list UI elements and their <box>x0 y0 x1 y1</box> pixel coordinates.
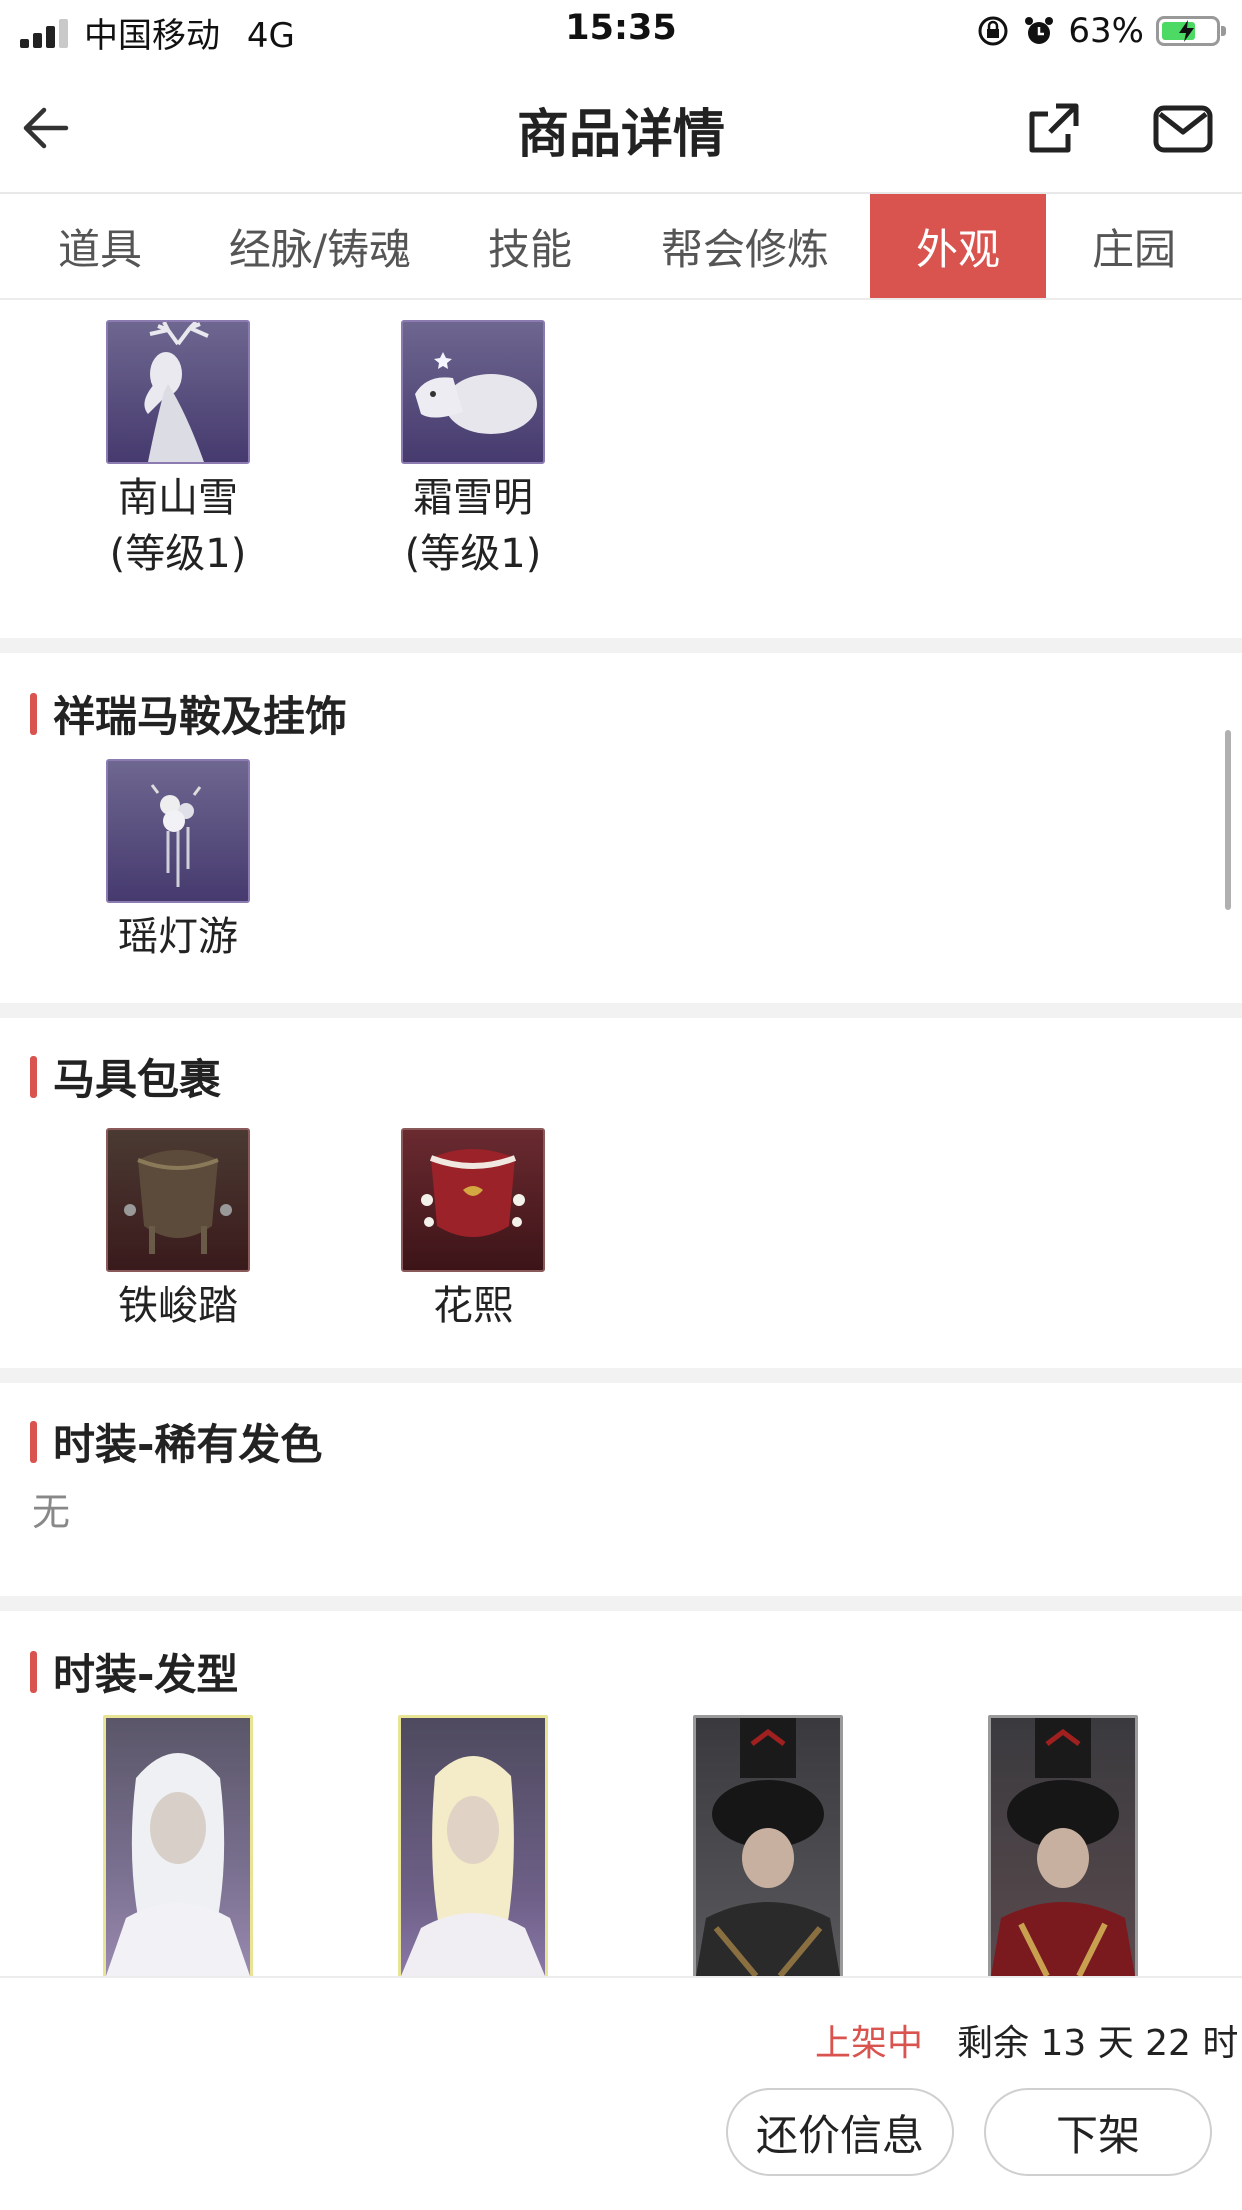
item-thumbnail <box>106 1128 250 1272</box>
mail-icon[interactable] <box>1152 98 1214 158</box>
section-title-text: 时装-稀有发色 <box>53 1420 323 1469</box>
tab-guild-training[interactable]: 帮会修炼 <box>620 194 870 298</box>
empty-text: 无 <box>32 1490 71 1534</box>
item-name: 南山雪 <box>118 475 238 521</box>
section-title-text: 时装-发型 <box>53 1650 239 1699</box>
hairstyle-thumbnail[interactable] <box>398 1715 548 1976</box>
hairstyle-thumbnail[interactable] <box>988 1715 1138 1976</box>
section-title: 祥瑞马鞍及挂饰 <box>30 683 347 744</box>
alarm-icon <box>1025 17 1054 44</box>
item-thumbnail <box>106 320 250 464</box>
tab-items[interactable]: 道具 <box>0 194 200 298</box>
section-title: 时装-稀有发色 <box>30 1411 322 1472</box>
scroll-indicator[interactable] <box>1225 730 1231 910</box>
hairstyle-thumbnail[interactable] <box>693 1715 843 1976</box>
remaining-time: 剩余 13 天 22 时 <box>957 2023 1239 2064</box>
item-thumbnail <box>401 1128 545 1272</box>
section-divider <box>0 1596 1242 1611</box>
list-item[interactable]: 霜雪明 (等级1) <box>353 320 593 586</box>
tab-meridian[interactable]: 经脉/铸魂 <box>200 194 440 298</box>
nav-bar: 商品详情 <box>0 62 1242 194</box>
title-accent-bar <box>30 692 37 735</box>
section-title-text: 马具包裹 <box>53 1055 222 1104</box>
status-bar: 中国移动 4G 15:35 63% <box>0 0 1242 62</box>
content-area[interactable]: 南山雪 (等级1) 霜雪明 (等级1) 祥瑞马鞍及挂饰 瑶灯游 马具包裹 铁峻踏… <box>0 300 1242 1976</box>
title-accent-bar <box>30 1650 37 1693</box>
list-item[interactable]: 南山雪 (等级1) <box>58 320 298 586</box>
hairstyle-thumbnail[interactable] <box>103 1715 253 1976</box>
item-level: (等级1) <box>404 531 542 577</box>
item-name: 铁峻踏 <box>118 1283 238 1329</box>
item-thumbnail <box>401 320 545 464</box>
item-thumbnail <box>106 759 250 903</box>
section-title: 时装-发型 <box>30 1641 238 1702</box>
hairstyle-section: 时装-发型 <box>0 1611 1242 1976</box>
category-tabs: 道具 经脉/铸魂 技能 帮会修炼 外观 庄园 <box>0 194 1242 300</box>
rotation-lock-icon <box>978 16 1008 46</box>
battery-percent: 63% <box>1068 11 1144 51</box>
section-divider <box>0 1003 1242 1018</box>
tab-manor[interactable]: 庄园 <box>1046 194 1222 298</box>
item-name: 霜雪明 <box>413 475 533 521</box>
list-item[interactable]: 铁峻踏 <box>58 1128 298 1330</box>
harness-section: 马具包裹 铁峻踏 花熙 <box>0 1018 1242 1368</box>
title-accent-bar <box>30 1055 37 1098</box>
tab-appearance[interactable]: 外观 <box>870 194 1046 298</box>
section-title-text: 祥瑞马鞍及挂饰 <box>53 692 348 741</box>
tab-skills[interactable]: 技能 <box>440 194 620 298</box>
bottom-action-bar: 上架中 剩余 13 天 22 时 还价信息 下架 <box>0 1976 1242 2210</box>
item-level: (等级1) <box>109 531 247 577</box>
saddle-section: 祥瑞马鞍及挂饰 瑶灯游 <box>0 653 1242 1003</box>
rare-hair-color-section: 时装-稀有发色 无 <box>0 1383 1242 1603</box>
item-name: 瑶灯游 <box>118 914 238 960</box>
section-title: 马具包裹 <box>30 1046 221 1107</box>
section-divider <box>0 1368 1242 1383</box>
mount-section: 南山雪 (等级1) 霜雪明 (等级1) <box>0 300 1242 638</box>
delist-button[interactable]: 下架 <box>984 2088 1212 2176</box>
share-icon[interactable] <box>1024 98 1084 158</box>
section-divider <box>0 638 1242 653</box>
list-item[interactable]: 瑶灯游 <box>58 759 298 961</box>
bargain-info-button[interactable]: 还价信息 <box>726 2088 954 2176</box>
item-name: 花熙 <box>433 1283 513 1329</box>
title-accent-bar <box>30 1420 37 1463</box>
battery-icon <box>1156 16 1226 46</box>
listing-status: 上架中 <box>815 2023 924 2064</box>
list-item[interactable]: 花熙 <box>353 1128 593 1330</box>
